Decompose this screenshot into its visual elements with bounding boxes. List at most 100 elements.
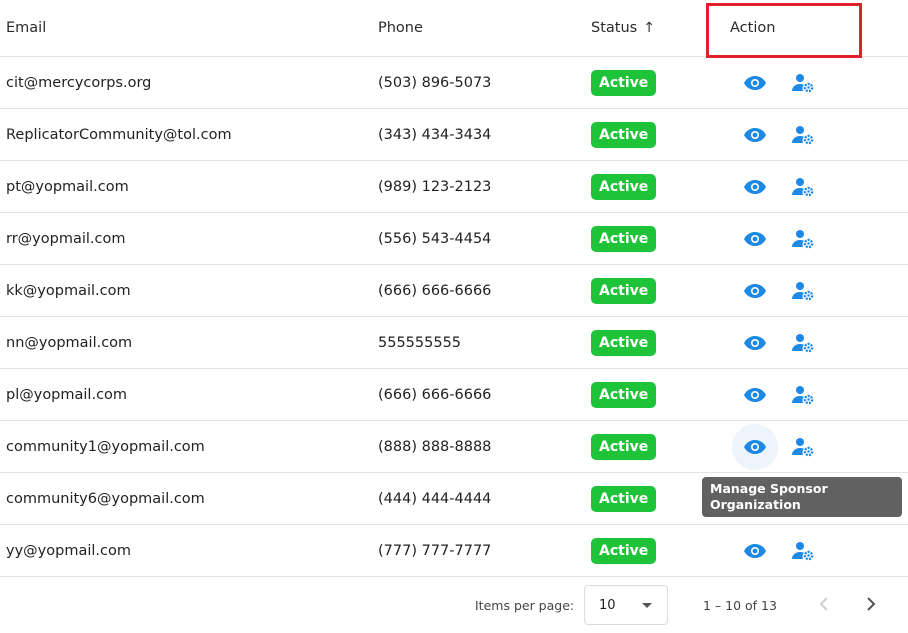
eye-icon bbox=[744, 76, 766, 90]
table-row[interactable]: pt@yopmail.com (989) 123-2123 Active bbox=[0, 161, 908, 213]
paginator: Items per page: 10 1 – 10 of 13 bbox=[0, 580, 908, 630]
eye-icon bbox=[744, 336, 766, 350]
status-badge: Active bbox=[591, 122, 657, 148]
eye-icon bbox=[744, 232, 766, 246]
user-gear-icon bbox=[792, 230, 814, 249]
phone-cell: (666) 666-6666 bbox=[378, 283, 492, 299]
table-row[interactable]: nn@yopmail.com 555555555 Active bbox=[0, 317, 908, 369]
column-header-phone[interactable]: Phone bbox=[378, 0, 423, 56]
chevron-left-icon bbox=[819, 597, 828, 611]
next-page-button[interactable] bbox=[860, 593, 882, 615]
column-header-action: Action bbox=[730, 20, 776, 36]
user-gear-icon bbox=[792, 178, 814, 197]
view-button[interactable] bbox=[742, 382, 768, 408]
row-actions bbox=[732, 421, 816, 473]
view-button[interactable] bbox=[732, 424, 778, 470]
view-button[interactable] bbox=[742, 538, 768, 564]
manage-sponsor-organization-button[interactable] bbox=[790, 330, 816, 356]
phone-cell: (777) 777-7777 bbox=[378, 543, 492, 559]
user-gear-icon bbox=[792, 386, 814, 405]
manage-sponsor-organization-button[interactable] bbox=[790, 122, 816, 148]
user-gear-icon bbox=[792, 334, 814, 353]
status-cell: Active bbox=[591, 109, 657, 161]
eye-icon bbox=[744, 128, 766, 142]
row-actions bbox=[742, 369, 816, 421]
view-button[interactable] bbox=[742, 226, 768, 252]
email-cell: community6@yopmail.com bbox=[6, 491, 205, 507]
row-actions bbox=[742, 525, 816, 577]
table-row[interactable]: ReplicatorCommunity@tol.com (343) 434-343… bbox=[0, 109, 908, 161]
manage-sponsor-organization-button[interactable] bbox=[790, 434, 816, 460]
user-gear-icon bbox=[792, 74, 814, 93]
status-badge: Active bbox=[591, 226, 657, 252]
phone-cell: (556) 543-4454 bbox=[378, 231, 492, 247]
view-button[interactable] bbox=[742, 122, 768, 148]
table-row[interactable]: yy@yopmail.com (777) 777-7777 Active bbox=[0, 525, 908, 577]
email-cell: rr@yopmail.com bbox=[6, 231, 126, 247]
user-gear-icon bbox=[792, 438, 814, 457]
manage-sponsor-organization-button[interactable] bbox=[790, 174, 816, 200]
table-row[interactable]: kk@yopmail.com (666) 666-6666 Active bbox=[0, 265, 908, 317]
email-cell: ReplicatorCommunity@tol.com bbox=[6, 127, 232, 143]
phone-cell: (343) 434-3434 bbox=[378, 127, 492, 143]
status-badge: Active bbox=[591, 382, 657, 408]
view-button[interactable] bbox=[742, 330, 768, 356]
phone-cell: (666) 666-6666 bbox=[378, 387, 492, 403]
table-header-row: Email Phone Status ↑ Action bbox=[0, 0, 908, 57]
email-cell: kk@yopmail.com bbox=[6, 283, 131, 299]
manage-sponsor-organization-button[interactable] bbox=[790, 70, 816, 96]
table-row[interactable]: rr@yopmail.com (556) 543-4454 Active bbox=[0, 213, 908, 265]
sort-arrow-up-icon: ↑ bbox=[643, 20, 655, 36]
user-gear-icon bbox=[792, 282, 814, 301]
table-row[interactable]: pl@yopmail.com (666) 666-6666 Active bbox=[0, 369, 908, 421]
items-per-page-label: Items per page: bbox=[475, 598, 575, 613]
status-cell: Active bbox=[591, 57, 657, 109]
status-badge: Active bbox=[591, 70, 657, 96]
manage-sponsor-organization-button[interactable] bbox=[790, 226, 816, 252]
status-cell: Active bbox=[591, 473, 657, 525]
email-cell: pt@yopmail.com bbox=[6, 179, 129, 195]
user-gear-icon bbox=[792, 542, 814, 561]
status-badge: Active bbox=[591, 434, 657, 460]
status-cell: Active bbox=[591, 265, 657, 317]
previous-page-button[interactable] bbox=[813, 593, 835, 615]
view-button[interactable] bbox=[742, 174, 768, 200]
phone-cell: (503) 896-5073 bbox=[378, 75, 492, 91]
status-badge: Active bbox=[591, 486, 657, 512]
eye-icon bbox=[744, 284, 766, 298]
page-range-label: 1 – 10 of 13 bbox=[703, 598, 777, 613]
eye-icon bbox=[744, 544, 766, 558]
row-actions bbox=[742, 57, 816, 109]
status-badge: Active bbox=[591, 174, 657, 200]
items-per-page-select[interactable]: 10 bbox=[584, 585, 668, 625]
manage-sponsor-organization-button[interactable] bbox=[790, 538, 816, 564]
row-actions bbox=[742, 265, 816, 317]
status-badge: Active bbox=[591, 538, 657, 564]
column-header-status[interactable]: Status ↑ bbox=[591, 0, 655, 56]
view-button[interactable] bbox=[742, 278, 768, 304]
eye-icon bbox=[744, 388, 766, 402]
view-button[interactable] bbox=[742, 70, 768, 96]
status-cell: Active bbox=[591, 421, 657, 473]
row-actions bbox=[742, 161, 816, 213]
status-cell: Active bbox=[591, 369, 657, 421]
email-cell: pl@yopmail.com bbox=[6, 387, 128, 403]
manage-sponsor-organization-button[interactable] bbox=[790, 382, 816, 408]
status-badge: Active bbox=[591, 330, 657, 356]
status-cell: Active bbox=[591, 213, 657, 265]
status-cell: Active bbox=[591, 317, 657, 369]
eye-icon bbox=[744, 180, 766, 194]
column-header-email[interactable]: Email bbox=[6, 0, 46, 56]
status-cell: Active bbox=[591, 525, 657, 577]
manage-sponsor-tooltip: Manage Sponsor Organization bbox=[702, 477, 902, 517]
phone-cell: (444) 444-4444 bbox=[378, 491, 492, 507]
status-cell: Active bbox=[591, 161, 657, 213]
email-cell: community1@yopmail.com bbox=[6, 439, 205, 455]
table-row[interactable]: community1@yopmail.com (888) 888-8888 Acti… bbox=[0, 421, 908, 473]
email-cell: yy@yopmail.com bbox=[6, 543, 131, 559]
row-actions bbox=[742, 317, 816, 369]
email-cell: nn@yopmail.com bbox=[6, 335, 133, 351]
manage-sponsor-organization-button[interactable] bbox=[790, 278, 816, 304]
items-per-page-value: 10 bbox=[599, 598, 616, 613]
table-row[interactable]: cit@mercycorps.org (503) 896-5073 Active bbox=[0, 57, 908, 109]
